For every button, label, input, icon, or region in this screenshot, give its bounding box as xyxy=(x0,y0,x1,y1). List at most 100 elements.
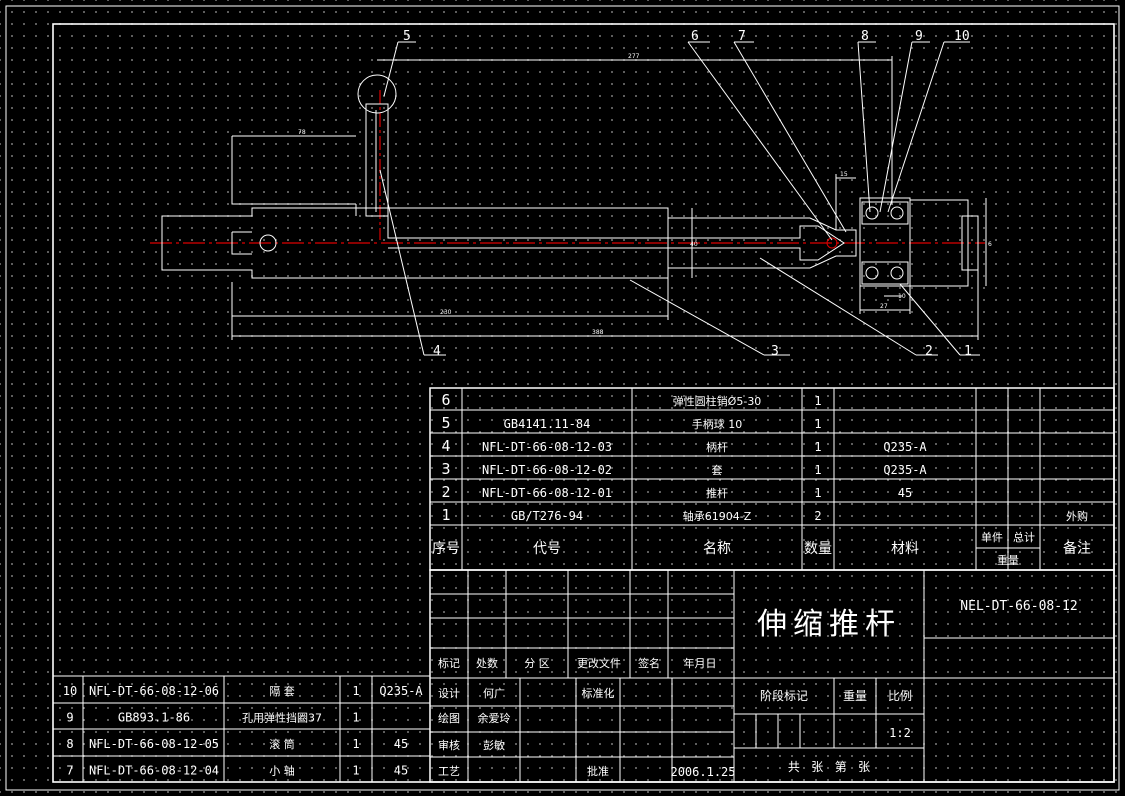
header-material: 材料 xyxy=(891,541,919,557)
change-col-file: 更改文件 xyxy=(577,656,621,670)
signoff-role: 设计 xyxy=(438,687,460,700)
bom-row-material: 45 xyxy=(898,486,912,500)
bom-row-no: 5 xyxy=(441,414,450,432)
change-col-zone: 分 区 xyxy=(524,657,550,670)
bom-row-no: 1 xyxy=(441,506,450,524)
bom-row-qty: 2 xyxy=(814,509,821,523)
lower-row-material: Q235-A xyxy=(379,684,423,698)
handle-ball xyxy=(357,74,397,114)
assembly-view xyxy=(150,41,987,356)
lower-row-qty: 1 xyxy=(352,737,359,751)
lower-row-name: 孔用弹性挡圈37 xyxy=(242,711,322,725)
bom-row-qty: 1 xyxy=(814,486,821,500)
bom-row-no: 4 xyxy=(441,437,450,455)
scale-value: 1:2 xyxy=(889,726,911,740)
dim-6: 6 xyxy=(988,241,992,248)
callout-6: 6 xyxy=(691,29,699,44)
lower-bom-rows: 10 NFL-DT-66-08-12-06 隔 套 1 Q235-A 9 GB893.1-8… xyxy=(63,684,424,778)
callout-3: 3 xyxy=(771,344,779,359)
change-col-mark: 标记 xyxy=(438,656,460,670)
callout-8: 8 xyxy=(861,29,869,44)
header-unit: 单件 xyxy=(981,531,1003,544)
signoff-name: 彭敏 xyxy=(483,738,505,752)
lower-row-qty: 1 xyxy=(352,764,359,778)
bom-row-material: Q235-A xyxy=(883,440,927,454)
outer-border xyxy=(5,5,1120,791)
bom-row-code: GB/T276-94 xyxy=(511,509,583,523)
lower-row-no: 7 xyxy=(66,764,73,778)
bom-row-no: 6 xyxy=(441,391,450,409)
lower-row-material: 45 xyxy=(394,737,408,751)
dim-27: 27 xyxy=(880,303,888,310)
header-no: 序号 xyxy=(432,541,460,557)
lower-row-code: NFL-DT-66-08-12-05 xyxy=(89,737,219,751)
dim-15: 15 xyxy=(840,171,848,178)
lower-row-code: NFL-DT-66-08-12-06 xyxy=(89,684,219,698)
bom-row-name: 推杆 xyxy=(706,486,728,500)
lower-row-qty: 1 xyxy=(352,684,359,698)
dim-277: 277 xyxy=(628,53,640,60)
bom-row-no: 2 xyxy=(441,483,450,501)
lower-row-code: NFL-DT-66-08-12-04 xyxy=(89,764,219,778)
signoff-role2: 标准化 xyxy=(582,686,615,700)
bom-row-qty: 1 xyxy=(814,417,821,431)
lower-row-no: 9 xyxy=(66,711,73,725)
signoff-role: 绘图 xyxy=(438,711,460,725)
callout-5: 5 xyxy=(403,29,411,44)
lower-row-code: GB893.1-86 xyxy=(118,711,190,725)
callout-10: 10 xyxy=(954,29,970,44)
callout-2: 2 xyxy=(925,344,933,359)
bom-row-name: 弹性圆柱销Ø5-30 xyxy=(673,394,762,408)
header-name: 名称 xyxy=(703,541,731,557)
lower-row-name: 小 轴 xyxy=(269,764,295,778)
dim-10: 10 xyxy=(898,293,906,300)
lower-row-name: 滚 筒 xyxy=(269,737,295,751)
change-col-sign: 签名 xyxy=(638,656,660,670)
lower-row-no: 10 xyxy=(63,684,77,698)
callout-7: 7 xyxy=(738,29,746,44)
signoff-role: 审核 xyxy=(438,738,460,752)
bom-row-code: NFL-DT-66-08-12-03 xyxy=(482,440,612,454)
callout-4: 4 xyxy=(433,344,441,359)
bom-row-qty: 1 xyxy=(814,463,821,477)
callout-1: 1 xyxy=(964,344,972,359)
travel-outline xyxy=(231,136,356,205)
bom-row-code: NFL-DT-66-08-12-01 xyxy=(482,486,612,500)
dim-388: 388 xyxy=(592,329,604,336)
lower-row-qty: 1 xyxy=(352,711,359,725)
header-remark: 备注 xyxy=(1063,540,1091,557)
lower-row-material: 45 xyxy=(394,764,408,778)
cad-drawing: 5 6 7 8 9 10 4 3 2 1 277 78 230 388 15 2… xyxy=(5,5,1120,791)
bom-row-no: 3 xyxy=(441,460,450,478)
scale-label: 比例 xyxy=(888,689,912,703)
header-total: 总计 xyxy=(1013,530,1035,544)
callout-9: 9 xyxy=(915,29,923,44)
change-header: 标记 处数 分 区 更改文件 签名 年月日 xyxy=(438,656,717,670)
dim-78: 78 xyxy=(298,129,306,136)
change-col-date: 年月日 xyxy=(684,656,717,670)
sheets-label: 共 张 第 张 xyxy=(788,760,870,774)
signoff-name: 何广 xyxy=(483,687,505,700)
dim-230: 230 xyxy=(440,309,452,316)
bom-row-name: 手柄球 10 xyxy=(692,417,743,431)
dim-40: 40 xyxy=(690,241,698,248)
signoff-name: 余爱玲 xyxy=(478,711,511,725)
lower-row-no: 8 xyxy=(66,737,73,751)
approval-date: 2006.1.25 xyxy=(670,765,735,779)
signoff-role2: 批准 xyxy=(587,764,609,778)
lower-row-name: 隔 套 xyxy=(269,685,295,698)
bom-row-qty: 1 xyxy=(814,394,821,408)
bom-row-name: 轴承61904-Z xyxy=(683,509,752,523)
header-weight: 重量 xyxy=(997,553,1019,567)
bom-row-material: Q235-A xyxy=(883,463,927,477)
push-rod xyxy=(387,216,845,261)
drawing-title: 伸缩推杆 xyxy=(757,607,901,642)
bom-row-code: GB4141.11-84 xyxy=(504,417,591,431)
dimension-labels: 277 78 230 388 15 27 10 40 6 xyxy=(298,53,992,336)
drawing-number: NEL-DT-66-08-12 xyxy=(960,599,1077,614)
bom-rows: 6 弹性圆柱销Ø5-30 1 5 GB4141.11-84 手柄球 10 1 4 NFL-DT-… xyxy=(441,391,1088,524)
bom-row-name: 套 xyxy=(712,464,723,477)
signoff-role: 工艺 xyxy=(438,765,460,778)
bom-row-remark: 外购 xyxy=(1066,509,1088,523)
header-qty: 数量 xyxy=(804,541,832,557)
